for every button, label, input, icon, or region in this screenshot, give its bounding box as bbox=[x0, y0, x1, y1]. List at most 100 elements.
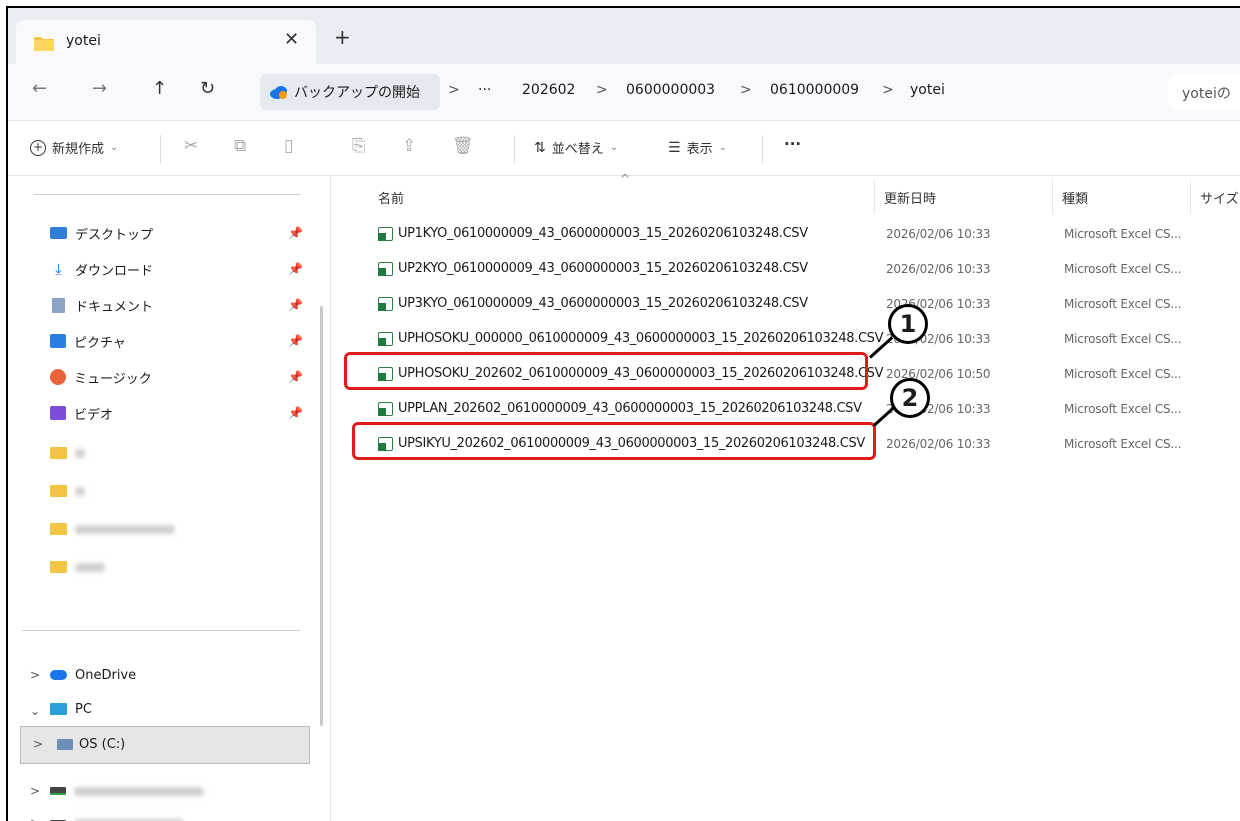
file-name: UP2KYO_0610000009_43_0600000003_15_20260… bbox=[378, 261, 808, 276]
sidebar-item-pictures[interactable]: ピクチャ bbox=[50, 328, 126, 354]
sort-button[interactable]: ⇅ 並べ替え ⌄ bbox=[534, 138, 618, 158]
column-header-date[interactable]: 更新日時 bbox=[884, 188, 936, 207]
backup-crumb-label: バックアップの開始 bbox=[294, 85, 420, 101]
file-row[interactable]: UP1KYO_0610000009_43_0600000003_15_20260… bbox=[330, 218, 1240, 252]
crumb-ellipsis[interactable]: ··· bbox=[478, 82, 491, 98]
sidebar-item-os-c[interactable]: > OS (C:) bbox=[20, 726, 310, 764]
refresh-button[interactable]: ↻ bbox=[200, 78, 215, 99]
divider bbox=[160, 135, 161, 163]
file-date: 2026/02/06 10:33 bbox=[886, 437, 991, 451]
sidebar-item-folder[interactable] bbox=[50, 516, 175, 542]
file-name-text: UP1KYO_0610000009_43_0600000003_15_20260… bbox=[398, 226, 808, 241]
column-divider[interactable] bbox=[874, 180, 875, 214]
sidebar-item-label: PC bbox=[75, 701, 92, 717]
blurred-label bbox=[75, 486, 85, 496]
sidebar-item-folder[interactable] bbox=[50, 478, 85, 504]
sidebar-item-pc[interactable]: PC bbox=[50, 696, 92, 722]
divider bbox=[514, 135, 515, 163]
sidebar-divider bbox=[22, 630, 300, 631]
breadcrumb: バックアップの開始 > ··· 202602 > 0600000003 > 06… bbox=[260, 74, 1160, 110]
crumb-separator: > bbox=[882, 82, 894, 98]
crumb-0610000009[interactable]: 0610000009 bbox=[770, 82, 859, 98]
pin-icon[interactable]: 📌 bbox=[288, 406, 303, 420]
excel-csv-icon bbox=[378, 296, 393, 311]
column-header-type[interactable]: 種類 bbox=[1062, 188, 1088, 207]
pictures-icon bbox=[50, 334, 66, 348]
pin-icon[interactable]: 📌 bbox=[288, 334, 303, 348]
pin-icon[interactable]: 📌 bbox=[288, 226, 303, 240]
pin-icon[interactable]: 📌 bbox=[288, 370, 303, 384]
file-name: UP3KYO_0610000009_43_0600000003_15_20260… bbox=[378, 296, 808, 311]
highlight-box-2 bbox=[352, 422, 876, 460]
tab-yotei[interactable]: yotei ✕ bbox=[16, 20, 316, 64]
copy-icon[interactable]: ⧉ bbox=[234, 136, 246, 156]
close-icon[interactable]: ✕ bbox=[284, 29, 299, 50]
sidebar-item-label: OneDrive bbox=[75, 667, 137, 683]
blurred-label bbox=[75, 524, 175, 534]
chevron-right-icon[interactable]: > bbox=[30, 784, 40, 798]
sidebar-item-drive[interactable] bbox=[50, 778, 204, 804]
new-button[interactable]: + 新規作成 ⌄ bbox=[30, 138, 118, 157]
sidebar-item-onedrive[interactable]: OneDrive bbox=[50, 662, 136, 688]
chevron-right-icon[interactable]: > bbox=[33, 737, 43, 751]
excel-csv-icon bbox=[378, 331, 393, 346]
sidebar-scrollbar[interactable] bbox=[320, 306, 323, 726]
explorer-window: yotei ✕ + ← → ↑ ↻ バックアップの開始 > ··· 202602… bbox=[6, 6, 1240, 821]
sidebar-item-label: ミュージック bbox=[74, 371, 152, 387]
file-name-text: UPPLAN_202602_0610000009_43_0600000003_1… bbox=[398, 401, 862, 416]
sidebar-item-label: OS (C:) bbox=[79, 737, 126, 752]
sidebar-divider bbox=[34, 194, 300, 195]
forward-button[interactable]: → bbox=[92, 78, 107, 99]
new-tab-button[interactable]: + bbox=[334, 25, 351, 49]
video-icon bbox=[50, 406, 66, 420]
chevron-right-icon[interactable]: > bbox=[30, 816, 40, 821]
pin-icon[interactable]: 📌 bbox=[288, 262, 303, 276]
pin-icon[interactable]: 📌 bbox=[288, 298, 303, 312]
file-type: Microsoft Excel CS... bbox=[1064, 332, 1182, 346]
file-name: UPPLAN_202602_0610000009_43_0600000003_1… bbox=[378, 401, 862, 416]
sidebar-item-videos[interactable]: ビデオ bbox=[50, 400, 113, 426]
file-row[interactable]: UP2KYO_0610000009_43_0600000003_15_20260… bbox=[330, 253, 1240, 287]
sort-icon: ⇅ bbox=[534, 139, 546, 156]
file-name-text: UPHOSOKU_000000_0610000009_43_0600000003… bbox=[398, 331, 884, 346]
up-button[interactable]: ↑ bbox=[152, 78, 167, 99]
view-button[interactable]: ☰ 表示 ⌄ bbox=[668, 138, 727, 158]
sidebar-item-drive[interactable] bbox=[50, 810, 184, 821]
column-divider[interactable] bbox=[1190, 180, 1191, 214]
crumb-202602[interactable]: 202602 bbox=[522, 82, 575, 98]
callout-badge-1: 1 bbox=[888, 304, 928, 344]
file-row[interactable]: UP3KYO_0610000009_43_0600000003_15_20260… bbox=[330, 288, 1240, 322]
backup-icon bbox=[270, 86, 287, 99]
excel-csv-icon bbox=[378, 261, 393, 276]
folder-icon bbox=[50, 485, 67, 497]
rename-icon[interactable]: ⎘ bbox=[352, 136, 366, 156]
column-header-name[interactable]: 名前 bbox=[378, 188, 404, 207]
file-name-text: UP2KYO_0610000009_43_0600000003_15_20260… bbox=[398, 261, 808, 276]
chevron-right-icon[interactable]: > bbox=[30, 668, 40, 682]
backup-crumb[interactable]: バックアップの開始 bbox=[260, 74, 440, 110]
sidebar-item-folder[interactable] bbox=[50, 440, 85, 466]
delete-icon[interactable]: 🗑 bbox=[452, 136, 474, 156]
more-options-button[interactable]: ··· bbox=[784, 135, 801, 153]
column-header-size[interactable]: サイズ bbox=[1200, 188, 1239, 207]
drive-icon bbox=[50, 787, 66, 795]
chevron-down-icon[interactable]: ⌄ bbox=[30, 704, 40, 718]
share-icon[interactable]: ⇪ bbox=[402, 136, 416, 156]
column-divider[interactable] bbox=[1052, 180, 1053, 214]
crumb-0600000003[interactable]: 0600000003 bbox=[626, 82, 715, 98]
cut-icon[interactable]: ✂ bbox=[184, 136, 198, 156]
crumb-yotei[interactable]: yotei bbox=[910, 82, 945, 98]
sidebar-item-desktop[interactable]: デスクトップ bbox=[50, 220, 153, 246]
paste-icon[interactable]: ▯ bbox=[284, 136, 293, 156]
view-icon: ☰ bbox=[668, 139, 681, 156]
download-icon: ⤓ bbox=[55, 260, 62, 278]
back-button[interactable]: ← bbox=[32, 78, 47, 99]
view-button-label: 表示 bbox=[686, 142, 713, 157]
sidebar-item-folder[interactable] bbox=[50, 554, 105, 580]
address-row: ← → ↑ ↻ バックアップの開始 > ··· 202602 > 0600000… bbox=[8, 64, 1240, 120]
sidebar-item-downloads[interactable]: ⤓ ダウンロード bbox=[50, 256, 153, 282]
sidebar-item-music[interactable]: ミュージック bbox=[50, 364, 152, 390]
search-box[interactable]: yoteiの bbox=[1168, 74, 1240, 110]
blurred-label bbox=[75, 562, 105, 572]
sidebar-item-documents[interactable]: ドキュメント bbox=[50, 292, 153, 318]
